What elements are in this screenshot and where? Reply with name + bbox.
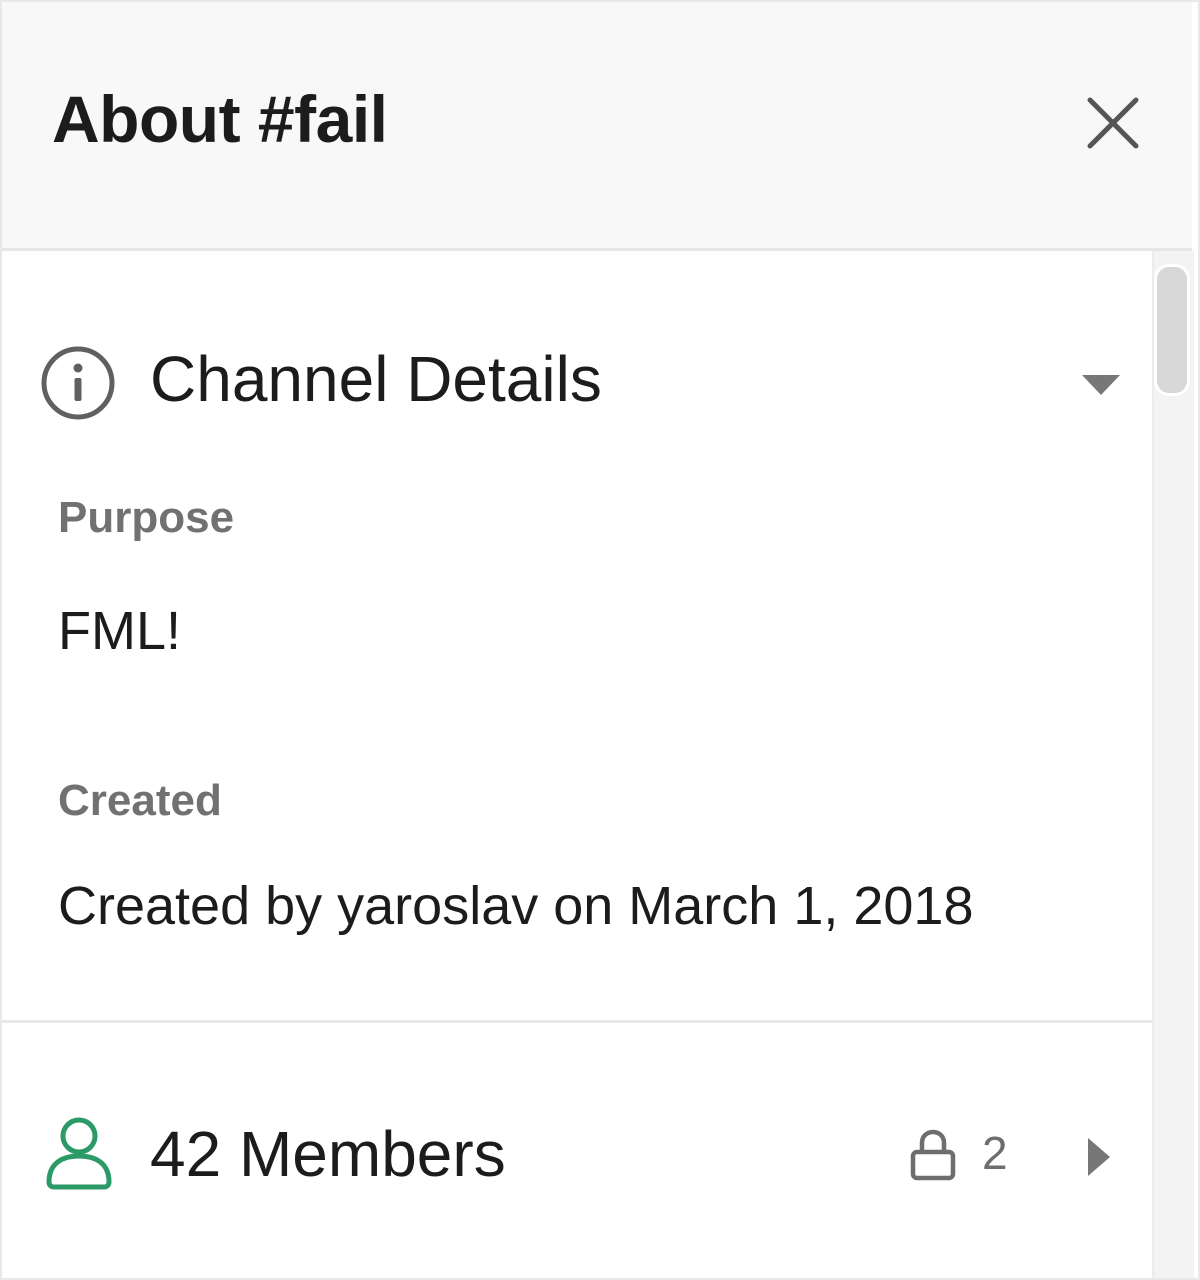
lock-icon [910,1129,956,1181]
panel-header: About #fail [2,2,1192,251]
created-label: Created [58,776,222,825]
caret-down-icon [1082,375,1120,395]
close-button[interactable] [1080,90,1146,156]
panel-title: About #fail [52,82,388,156]
info-icon [41,346,115,420]
scrollbar-thumb[interactable] [1154,264,1190,396]
section-title: Channel Details [150,343,602,415]
members-count: 42 Members [150,1118,506,1190]
purpose-value: FML! [58,601,182,661]
purpose-label: Purpose [58,493,235,542]
scrollbar-track[interactable] [1152,251,1194,1278]
channel-details-panel: About #fail Channel Details Purpose FML!… [0,0,1200,1280]
created-value: Created by yaroslav on March 1, 2018 [58,876,974,936]
channel-details-toggle[interactable]: Channel Details [38,333,1128,433]
chevron-right-icon [1088,1138,1110,1176]
private-member-count: 2 [982,1127,1008,1179]
close-icon [1087,97,1139,149]
members-row[interactable]: 42 Members 2 [38,1102,1128,1212]
person-icon [46,1117,112,1190]
section-divider [2,1020,1152,1023]
